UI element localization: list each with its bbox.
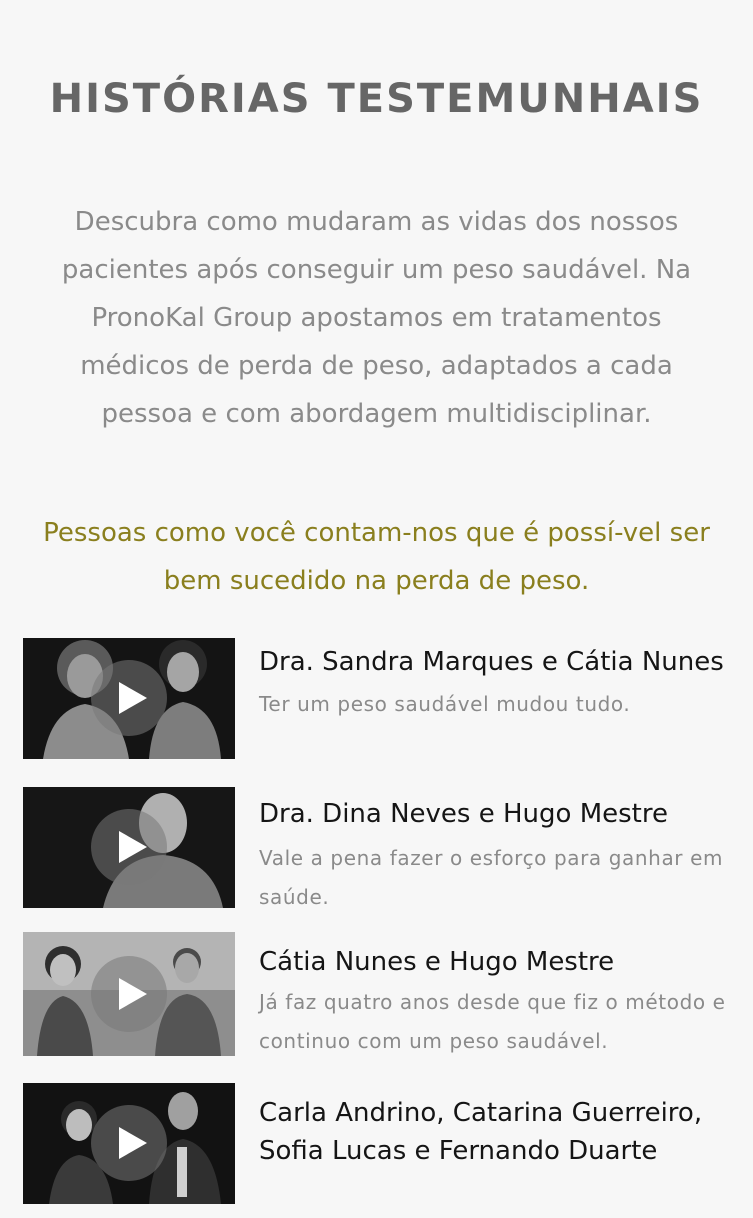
highlight-text: Pessoas como você contam-nos que é possí… bbox=[43, 518, 710, 596]
testimonial-title[interactable]: Cátia Nunes e Hugo Mestre bbox=[259, 943, 753, 981]
testimonial-item: Cátia Nunes e Hugo Mestre Já faz quatro … bbox=[23, 932, 753, 1056]
video-thumbnail[interactable] bbox=[23, 1083, 235, 1204]
section-title: HISTÓRIAS TESTEMUNHAIS bbox=[49, 76, 704, 122]
testimonial-item: Dra. Sandra Marques e Cátia Nunes Ter um… bbox=[23, 638, 753, 762]
testimonial-item: Dra. Dina Neves e Hugo Mestre Vale a pen… bbox=[23, 787, 753, 911]
play-icon bbox=[119, 831, 147, 863]
testimonial-quote: Vale a pena fazer o esforço para ganhar … bbox=[259, 846, 724, 909]
play-button[interactable] bbox=[91, 660, 167, 736]
testimonial-item: Carla Andrino, Catarina Guerreiro, Sofia… bbox=[23, 1083, 753, 1207]
video-thumbnail[interactable] bbox=[23, 932, 235, 1056]
testimonial-title[interactable]: Dra. Dina Neves e Hugo Mestre bbox=[259, 795, 753, 833]
play-button[interactable] bbox=[91, 956, 167, 1032]
play-icon bbox=[119, 682, 147, 714]
testimonial-quote: Ter um peso saudável mudou tudo. bbox=[259, 692, 631, 716]
video-thumbnail[interactable] bbox=[23, 638, 235, 759]
intro-text: Descubra como mudaram as vidas dos nosso… bbox=[61, 207, 692, 429]
play-button[interactable] bbox=[91, 809, 167, 885]
play-icon bbox=[119, 978, 147, 1010]
testimonial-title[interactable]: Carla Andrino, Catarina Guerreiro, Sofia… bbox=[259, 1094, 753, 1170]
play-button[interactable] bbox=[91, 1105, 167, 1181]
testimonial-quote: Já faz quatro anos desde que fiz o métod… bbox=[259, 990, 726, 1053]
testimonial-title[interactable]: Dra. Sandra Marques e Cátia Nunes bbox=[259, 643, 753, 681]
video-thumbnail[interactable] bbox=[23, 787, 235, 908]
play-icon bbox=[119, 1127, 147, 1159]
